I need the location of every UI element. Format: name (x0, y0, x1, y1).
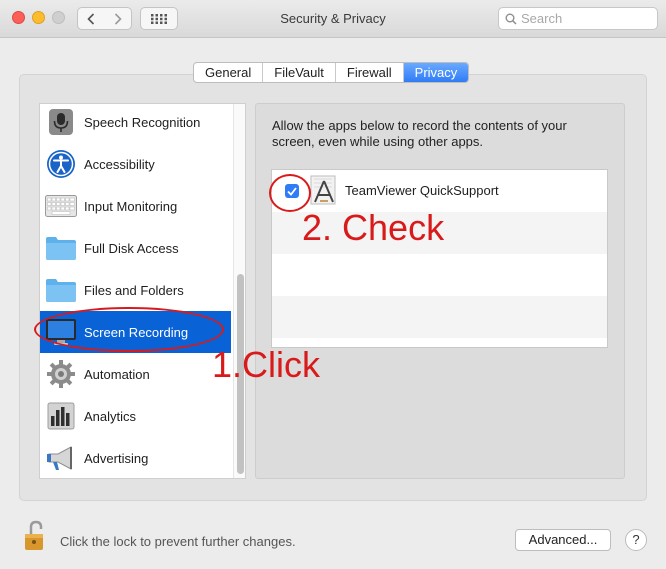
sidebar-item-input-monitoring[interactable]: Input Monitoring (40, 185, 231, 227)
list-item[interactable]: TeamViewer QuickSupport (272, 170, 607, 212)
accessibility-icon (45, 148, 77, 180)
sidebar-item-label: Accessibility (84, 156, 155, 172)
sidebar-item-full-disk-access[interactable]: Full Disk Access (40, 227, 231, 269)
search-input[interactable] (521, 11, 651, 26)
lock-button[interactable] (23, 520, 47, 552)
annotation-step-check: 2. Check (302, 207, 445, 248)
lock-status-text: Click the lock to prevent further change… (60, 534, 296, 549)
tab-privacy[interactable]: Privacy (403, 63, 469, 82)
title-bar: Security & Privacy (0, 0, 666, 38)
empty-list-row (272, 254, 607, 296)
empty-list-row (272, 296, 607, 338)
annotation-step-click: 1.Click (212, 344, 321, 385)
tab-general[interactable]: General (194, 63, 264, 82)
permission-description: Allow the apps below to record the conte… (272, 118, 567, 149)
microphone-icon (45, 106, 77, 138)
tab-filevault[interactable]: FileVault (263, 63, 336, 82)
sidebar-item-label: Automation (84, 366, 150, 382)
search-icon (505, 13, 517, 25)
sidebar-item-automation[interactable]: Automation (40, 353, 231, 395)
sidebar-item-label: Analytics (84, 408, 137, 424)
sidebar-item-label: Speech Recognition (84, 114, 201, 130)
tab-bar: General FileVault Firewall Privacy (193, 62, 470, 83)
sidebar-item-label: Advertising (84, 450, 149, 466)
sidebar-item-speech-recognition[interactable]: Speech Recognition (40, 104, 231, 143)
folder-icon (45, 232, 77, 264)
sidebar-item-label: Input Monitoring (84, 198, 178, 214)
sidebar-item-label: Full Disk Access (84, 240, 179, 256)
sidebar-item-analytics[interactable]: Analytics (40, 395, 231, 437)
megaphone-icon (45, 442, 77, 474)
sidebar-item-label: Files and Folders (84, 282, 184, 298)
folder-icon (45, 274, 77, 306)
sidebar-item-files-and-folders[interactable]: Files and Folders (40, 269, 231, 311)
sidebar-item-advertising[interactable]: Advertising (40, 437, 231, 478)
help-button[interactable]: ? (625, 529, 647, 551)
app-list[interactable]: TeamViewer QuickSupport (271, 169, 608, 348)
app-icon (310, 175, 338, 205)
scrollbar[interactable] (233, 104, 245, 478)
advanced-button[interactable]: Advanced... (515, 529, 611, 551)
annotation-circle-screen-recording (34, 307, 224, 352)
unlocked-padlock-icon (25, 520, 43, 550)
tab-firewall[interactable]: Firewall (336, 63, 404, 82)
gear-icon (45, 358, 77, 390)
app-name: TeamViewer QuickSupport (345, 183, 499, 198)
keyboard-icon (45, 190, 77, 222)
search-field[interactable] (498, 7, 658, 30)
sidebar-item-accessibility[interactable]: Accessibility (40, 143, 231, 185)
analytics-icon (45, 400, 77, 432)
privacy-category-list[interactable]: Speech Recognition Accessibility Input M… (39, 103, 246, 479)
